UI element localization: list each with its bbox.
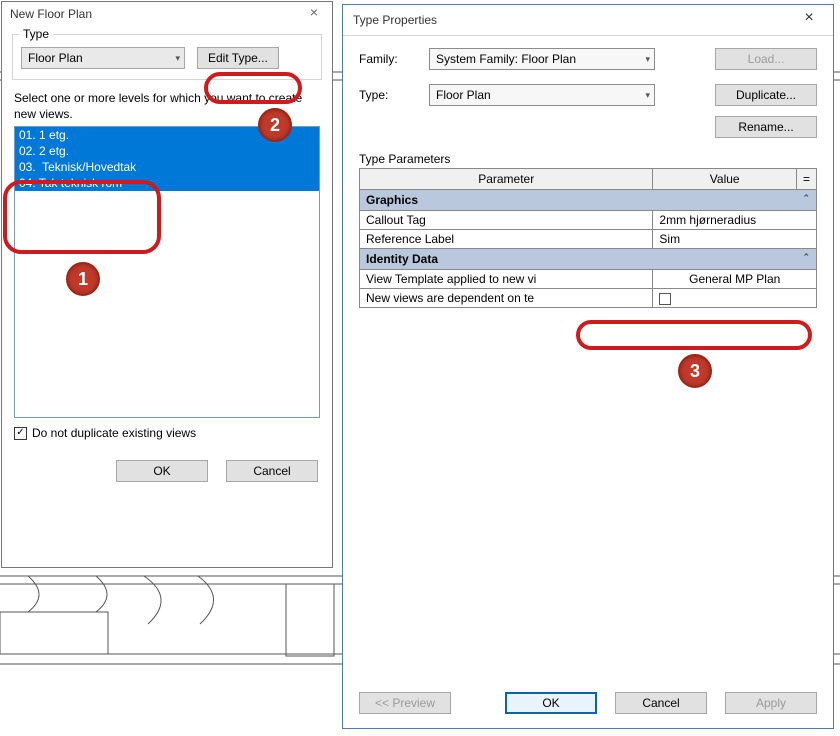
dialog-title: New Floor Plan [10,7,92,21]
dependent-checkbox[interactable] [659,293,671,305]
type-combo-value: Floor Plan [28,51,83,65]
type-label: Type: [359,88,419,102]
type-properties-dialog: Type Properties × Family: System Family:… [342,4,834,729]
list-item[interactable]: 04. Tak teknisk rom [15,175,319,191]
group-identity-label: Identity Data [366,252,438,266]
group-graphics[interactable]: Graphics ⌃ [360,190,817,211]
no-duplicate-label: Do not duplicate existing views [32,426,196,440]
edit-type-button[interactable]: Edit Type... [197,47,279,69]
param-view-template: View Template applied to new vi [360,270,653,289]
type-parameters-table: Parameter Value = Graphics ⌃ Callout Tag… [359,168,817,308]
value-view-template[interactable]: General MP Plan [653,270,817,289]
duplicate-button[interactable]: Duplicate... [715,84,817,106]
col-equals[interactable]: = [796,169,816,190]
value-dependent-views[interactable] [653,289,817,308]
rename-button[interactable]: Rename... [715,116,817,138]
type-group: Type Floor Plan ▾ Edit Type... [12,34,322,80]
load-button: Load... [715,48,817,70]
col-parameter[interactable]: Parameter [360,169,653,190]
type-group-label: Type [19,27,53,41]
collapse-icon[interactable]: ⌃ [802,193,810,204]
type-combo[interactable]: Floor Plan ▾ [21,47,185,69]
value-reference-label[interactable]: Sim [653,230,817,249]
apply-button: Apply [725,692,817,714]
close-icon[interactable]: × [789,10,829,30]
cancel-button[interactable]: Cancel [615,692,707,714]
instruction-text: Select one or more levels for which you … [14,90,320,122]
levels-listbox[interactable]: 01. 1 etg. 02. 2 etg. 03. Teknisk/Hovedt… [14,126,320,418]
family-label: Family: [359,52,419,66]
dialog-title: Type Properties [353,13,437,27]
type-combo[interactable]: Floor Plan ▾ [429,84,655,106]
collapse-icon[interactable]: ⌃ [802,252,810,263]
chevron-down-icon: ▾ [645,54,650,65]
type-parameters-label: Type Parameters [359,152,817,166]
close-icon[interactable]: × [302,6,326,22]
param-dependent-views: New views are dependent on te [360,289,653,308]
group-identity-data[interactable]: Identity Data ⌃ [360,249,817,270]
group-graphics-label: Graphics [366,193,418,207]
ok-button[interactable]: OK [116,460,208,482]
type-combo-value: Floor Plan [436,88,491,102]
family-combo[interactable]: System Family: Floor Plan ▾ [429,48,655,70]
list-item[interactable]: 03. Teknisk/Hovedtak [15,159,319,175]
no-duplicate-checkbox[interactable]: ✓ [14,427,27,440]
param-callout-tag: Callout Tag [360,211,653,230]
ok-button[interactable]: OK [505,692,597,714]
family-combo-value: System Family: Floor Plan [436,52,576,66]
chevron-down-icon: ▾ [645,90,650,101]
preview-button[interactable]: << Preview [359,692,451,714]
cancel-button[interactable]: Cancel [226,460,318,482]
new-floor-plan-dialog: New Floor Plan × Type Floor Plan ▾ Edit … [1,1,333,568]
value-callout-tag[interactable]: 2mm hjørneradius [653,211,817,230]
list-item[interactable]: 02. 2 etg. [15,143,319,159]
col-value[interactable]: Value [653,169,797,190]
list-item[interactable]: 01. 1 etg. [15,127,319,143]
param-reference-label: Reference Label [360,230,653,249]
chevron-down-icon: ▾ [175,53,180,64]
